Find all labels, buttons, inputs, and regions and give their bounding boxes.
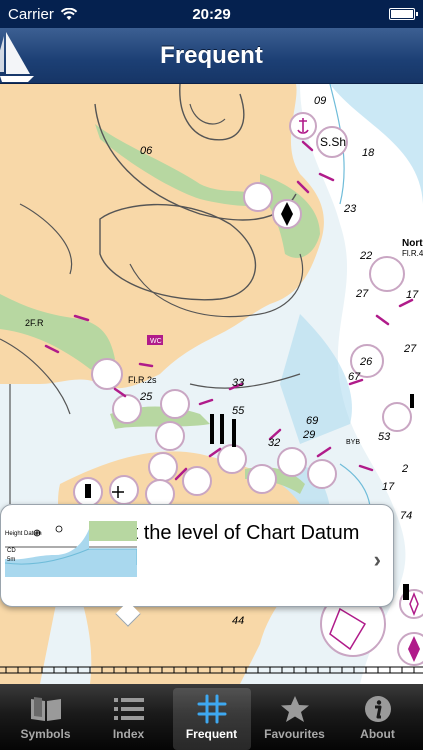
svg-text:26: 26 [359,356,373,368]
sailboat-icon [0,32,34,82]
svg-text:5m: 5m [7,557,15,563]
svg-text:67: 67 [348,371,361,383]
info-icon [360,692,396,726]
svg-text:23: 23 [343,203,357,215]
svg-text:25: 25 [139,391,153,403]
tab-bar: Symbols Index Frequent Favourites About [0,684,423,750]
svg-text:27: 27 [355,288,369,300]
svg-text:17: 17 [382,481,395,493]
svg-text:17: 17 [406,289,419,301]
svg-text:55: 55 [232,405,245,417]
tab-frequent[interactable]: Frequent [172,688,251,750]
battery-icon [389,8,418,20]
fl-r-4-label: Fl.R.4 [402,249,423,258]
svg-text:CD: CD [7,548,16,554]
north-label: North [402,238,423,249]
svg-text:09: 09 [314,95,326,107]
chart-map[interactable]: WC 09 18 06 23 22 17 27 26 67 27 33 53 6… [0,84,423,684]
svg-text:33: 33 [232,377,245,389]
chevron-right-icon[interactable]: › [374,547,381,573]
star-icon [277,692,313,726]
svg-text:29: 29 [302,429,315,441]
tab-about[interactable]: About [339,688,417,750]
navigation-bar: Frequent [0,28,423,84]
wc-label: WC [150,338,162,345]
fl-r-label: Fl.R.2s [128,375,157,385]
rock-awash-thumbnail: Height Datum CD 5m [5,519,137,581]
status-bar: Carrier 20:29 [0,0,423,28]
tab-favourites[interactable]: Favourites [256,688,334,750]
svg-text:69: 69 [306,415,318,427]
svg-text:53: 53 [378,431,391,443]
tab-symbols[interactable]: Symbols [7,688,85,750]
s-sh-label: S.Sh [320,135,346,149]
svg-text:32: 32 [268,437,280,449]
svg-text:Height Datum: Height Datum [5,531,42,537]
tab-index[interactable]: Index [90,688,168,750]
byb-label: BYB [346,439,360,446]
list-icon [111,692,147,726]
svg-text:06: 06 [140,145,153,157]
book-icon [28,692,64,726]
page-title: Frequent [160,41,263,69]
svg-text:74: 74 [400,510,412,522]
status-time: 20:29 [192,5,231,23]
grid-icon [194,692,230,726]
svg-text:2: 2 [401,463,408,475]
svg-text:44: 44 [232,615,244,627]
symbol-callout[interactable]: Height Datum CD 5m Rock awash at the lev… [0,504,394,627]
svg-text:27: 27 [403,343,417,355]
two-f-r-label: 2F.R [25,318,44,328]
svg-text:22: 22 [359,250,372,262]
svg-text:18: 18 [362,147,375,159]
